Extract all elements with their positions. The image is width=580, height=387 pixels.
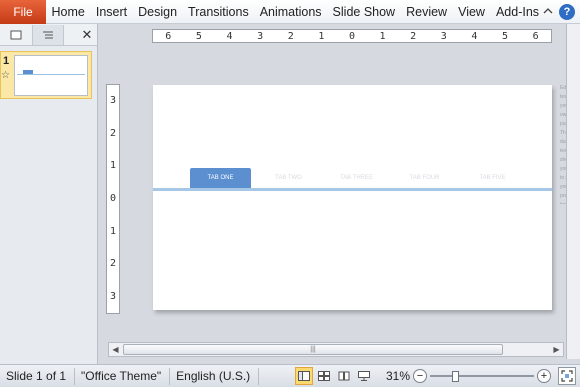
slide-thumbnail-selected[interactable]: 1 ☆ [0,51,92,99]
tab-slide-show[interactable]: Slide Show [327,0,401,24]
ruler-tick: 6 [165,30,172,42]
thumbnail-line [17,74,85,75]
ruler-tick: 2 [109,258,117,270]
outline-icon [43,31,53,38]
tab-review[interactable]: Review [401,0,453,24]
close-pane-icon[interactable]: ✕ [77,27,97,43]
ruler-tick: 0 [348,30,355,42]
zoom-out-icon[interactable]: − [413,369,427,383]
vertical-ruler: 3 2 1 0 1 2 3 [106,84,120,314]
tab-view[interactable]: View [453,0,491,24]
ruler-tick: 1 [109,225,117,237]
vertical-scrollbar[interactable] [566,24,580,359]
scroll-right-icon[interactable]: ▶ [550,343,563,356]
file-tab[interactable]: File [0,0,46,24]
ruler-tick: 3 [257,30,264,42]
slide-sorter-view-icon[interactable] [315,367,333,385]
ribbon-tabs: Home Insert Design Transitions Animation… [46,0,545,24]
tab-underline-bar [153,188,552,191]
view-controls: 31% − + [294,365,580,387]
ruler-tick: 4 [226,30,233,42]
scroll-left-icon[interactable]: ◀ [109,343,122,356]
slide-tab-four[interactable]: TAB FOUR [394,168,455,188]
ruler-tick: 0 [109,192,117,204]
normal-view-icon[interactable] [295,367,313,385]
slide-tab-five[interactable]: TAB FIVE [462,168,523,188]
ribbon-tab-bar: File Home Insert Design Transitions Anim… [0,0,580,24]
slide-tab-row: TAB ONE TAB TWO TAB THREE TAB FOUR TAB F… [190,168,530,188]
pane-tabs: ✕ [0,24,97,46]
status-bar: Slide 1 of 1 "Office Theme" English (U.S… [0,364,580,387]
ruler-tick: 2 [410,30,417,42]
help-icon[interactable]: ? [559,4,575,20]
ruler-tick: 1 [318,30,325,42]
slides-tab[interactable] [0,25,32,45]
language-indicator[interactable]: English (U.S.) [170,367,260,385]
zoom-slider-knob[interactable] [452,371,459,382]
outline-tab[interactable] [32,24,64,45]
tab-home[interactable]: Home [46,0,90,24]
horizontal-scrollbar[interactable]: ◀ ||| ▶ [108,342,564,357]
slide-number: 1 [3,55,10,67]
slide-editor: 6 5 4 3 2 1 0 1 2 3 4 5 6 3 2 1 0 1 2 3 … [98,24,580,364]
ruler-tick: 3 [109,95,117,107]
ruler-tick: 3 [440,30,447,42]
ruler-tick: 2 [109,127,117,139]
ruler-tick: 2 [287,30,294,42]
tab-design[interactable]: Design [133,0,183,24]
reading-view-icon[interactable] [335,367,353,385]
ruler-tick: 4 [471,30,478,42]
slide-tab-one[interactable]: TAB ONE [190,168,251,188]
zoom-slider[interactable] [430,369,534,383]
zoom-level[interactable]: 31% [384,369,410,383]
powerpoint-window: File Home Insert Design Transitions Anim… [0,0,580,387]
tab-transitions[interactable]: Transitions [183,0,255,24]
slides-icon [10,30,22,39]
ruler-tick: 6 [532,30,539,42]
slide-tab-two[interactable]: TAB TWO [258,168,319,188]
ruler-tick: 5 [501,30,509,42]
slide-indicator: Slide 1 of 1 [0,367,76,385]
zoom-slider-track [430,375,534,377]
slide-canvas[interactable]: TAB ONE TAB TWO TAB THREE TAB FOUR TAB F… [153,85,552,310]
slide-show-view-icon[interactable] [355,367,373,385]
ruler-tick: 1 [109,160,117,172]
horizontal-ruler: 6 5 4 3 2 1 0 1 2 3 4 5 6 [152,29,552,43]
tab-insert[interactable]: Insert [90,0,132,24]
ribbon-right-controls: ? [537,0,580,24]
zoom-in-icon[interactable]: + [537,369,551,383]
fit-slide-icon[interactable] [558,367,576,385]
thumbnail-tab [23,70,33,74]
theme-name[interactable]: "Office Theme" [75,367,171,385]
animation-star-icon: ☆ [1,70,10,81]
ruler-tick: 3 [109,290,117,302]
slide-tab-three[interactable]: TAB THREE [326,168,387,188]
minimize-ribbon-icon[interactable] [537,6,559,18]
ruler-tick: 5 [195,30,202,42]
scrollbar-thumb[interactable]: ||| [123,344,503,355]
slides-pane: ✕ 1 ☆ [0,24,98,364]
ruler-tick: 1 [379,30,386,42]
slide-thumbnail-image[interactable] [14,55,88,96]
tab-animations[interactable]: Animations [254,0,327,24]
